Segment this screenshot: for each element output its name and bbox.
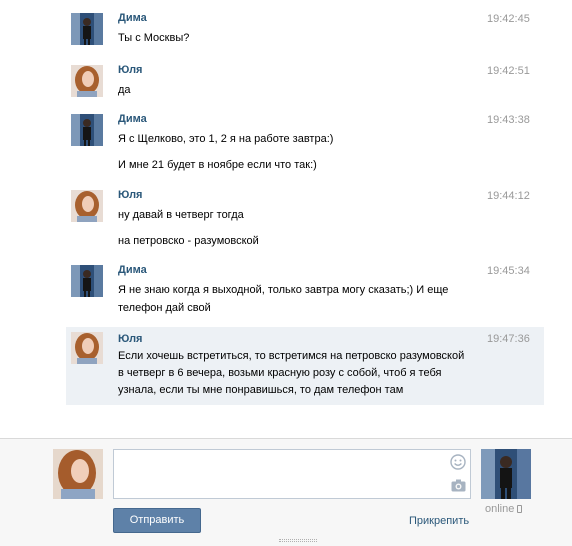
- message-time[interactable]: 19:45:34: [487, 265, 530, 277]
- message-item: Дима 19:43:38 Я с Щелково, это 1, 2 я на…: [66, 111, 544, 179]
- message-text: на петровско - разумовской: [118, 235, 259, 247]
- message-author[interactable]: Юля: [118, 64, 142, 76]
- message-time[interactable]: 19:42:45: [487, 13, 530, 25]
- avatar-dima[interactable]: [71, 265, 103, 297]
- my-avatar[interactable]: [53, 449, 103, 499]
- message-item: Юля 19:42:51 да: [66, 62, 544, 102]
- message-time[interactable]: 19:42:51: [487, 65, 530, 77]
- message-text: Если хочешь встретиться, то встретимся н…: [118, 350, 465, 362]
- message-text: да: [118, 84, 131, 96]
- avatar-yulia[interactable]: [71, 190, 103, 222]
- avatar-yulia[interactable]: [71, 332, 103, 364]
- phone-icon: [517, 505, 523, 513]
- message-item: Юля 19:44:12 ну давай в четверг тогда на…: [66, 187, 544, 255]
- avatar-yulia[interactable]: [71, 65, 103, 97]
- message-author[interactable]: Юля: [118, 333, 142, 345]
- message-text: в четверг в 6 вечера, возьми красную роз…: [118, 367, 442, 379]
- peer-avatar[interactable]: [481, 449, 531, 499]
- camera-icon[interactable]: [451, 479, 466, 492]
- message-time[interactable]: 19:47:36: [487, 333, 530, 345]
- message-time[interactable]: 19:43:38: [487, 114, 530, 126]
- message-item: Дима 19:42:45 Ты с Москвы?: [66, 10, 544, 50]
- message-item: Дима 19:45:34 Я не знаю когда я выходной…: [66, 262, 544, 322]
- message-author[interactable]: Дима: [118, 113, 147, 125]
- message-text: Я не знаю когда я выходной, только завтр…: [118, 284, 449, 296]
- message-input[interactable]: [113, 449, 471, 499]
- message-composer: online Отправить Прикрепить: [0, 438, 572, 546]
- message-author[interactable]: Дима: [118, 12, 147, 24]
- peer-online-status: online: [485, 503, 523, 515]
- message-text: телефон дай свой: [118, 302, 211, 314]
- online-label: online: [485, 503, 515, 515]
- message-time[interactable]: 19:44:12: [487, 190, 530, 202]
- message-text: ну давай в четверг тогда: [118, 209, 244, 221]
- resize-grip[interactable]: [279, 539, 317, 542]
- message-author[interactable]: Юля: [118, 189, 142, 201]
- message-text: Я с Щелково, это 1, 2 я на работе завтра…: [118, 133, 334, 145]
- avatar-dima[interactable]: [71, 114, 103, 146]
- attach-link[interactable]: Прикрепить: [409, 515, 469, 527]
- message-text: Ты с Москвы?: [118, 32, 190, 44]
- message-item: Юля 19:47:36 Если хочешь встретиться, то…: [66, 327, 544, 405]
- message-text: узнала, если ты мне понравишься, то дам …: [118, 384, 404, 396]
- avatar-dima[interactable]: [71, 13, 103, 45]
- message-author[interactable]: Дима: [118, 264, 147, 276]
- message-text: И мне 21 будет в ноябре если что так:): [118, 159, 317, 171]
- message-history: Дима 19:42:45 Ты с Москвы? Юля 19:42:51 …: [0, 0, 572, 438]
- smile-icon[interactable]: [450, 454, 466, 470]
- send-button[interactable]: Отправить: [113, 508, 201, 533]
